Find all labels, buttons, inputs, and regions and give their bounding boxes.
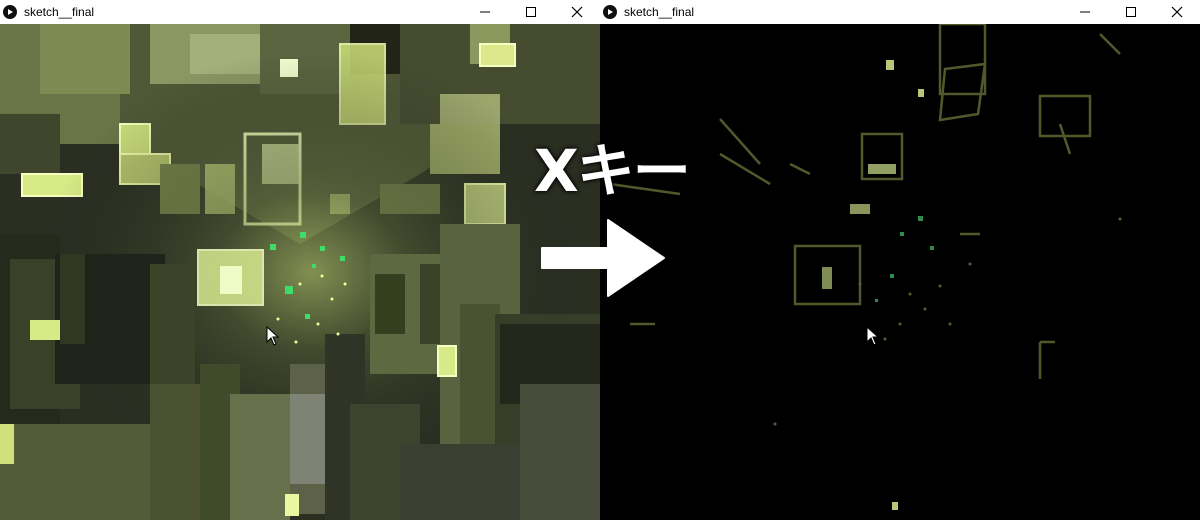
close-icon [1171,6,1183,18]
sketch-window-before: sketch__final [0,0,600,520]
window-title: sketch__final [624,5,695,19]
sketch-window-after: sketch__final [600,0,1200,520]
edge-render [600,24,1200,520]
window-title: sketch__final [24,5,95,19]
maximize-icon [1126,7,1136,17]
maximize-icon [526,7,536,17]
minimize-button[interactable] [462,0,508,24]
processing-play-icon [3,5,17,19]
minimize-button[interactable] [1062,0,1108,24]
sketch-canvas-after[interactable] [600,24,1200,520]
minimize-icon [480,11,490,13]
title-bar[interactable]: sketch__final [0,0,600,24]
processing-play-icon [603,5,617,19]
close-button[interactable] [554,0,600,24]
maximize-button[interactable] [508,0,554,24]
title-bar[interactable]: sketch__final [600,0,1200,24]
city-tunnel-render [0,24,600,520]
mouse-cursor-icon [866,326,880,346]
sketch-canvas-before[interactable] [0,24,600,520]
close-button[interactable] [1154,0,1200,24]
maximize-button[interactable] [1108,0,1154,24]
close-icon [571,6,583,18]
minimize-icon [1080,11,1090,13]
mouse-cursor-icon [266,326,280,346]
